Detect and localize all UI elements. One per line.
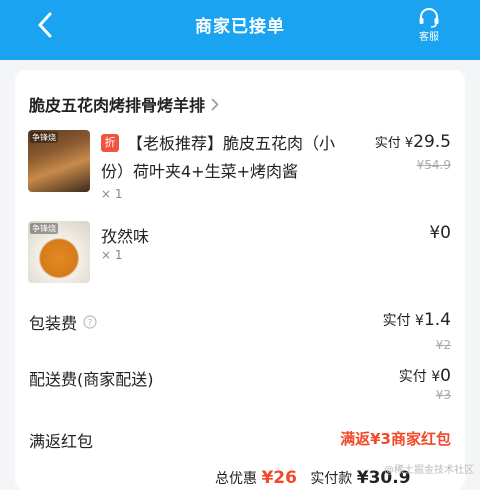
item-image[interactable]: 争锋烧 [28, 130, 90, 192]
delivery-fee-original: ¥3 [435, 388, 451, 402]
actual-label: 实付 [374, 136, 401, 151]
delivery-fee-actual: 实付 ¥0 [399, 366, 451, 386]
shop-link[interactable]: 脆皮五花肉烤排骨烤羊排 [29, 92, 219, 116]
currency: ¥ [415, 313, 424, 329]
actual-value: 29.5 [413, 132, 451, 152]
customer-service-button[interactable]: 客服 [412, 8, 446, 44]
item-original-price: ¥54.9 [416, 158, 451, 172]
order-card: 脆皮五花肉烤排骨烤羊排 争锋烧 折 【老板推荐】脆皮五花肉（小份）荷叶夹4+生菜… [15, 70, 465, 490]
item-name: 【老板推荐】脆皮五花肉（小份）荷叶夹4+生菜+烤肉酱 [101, 134, 336, 181]
item-price: ¥0 [429, 223, 451, 243]
actual-label: 实付 [382, 313, 411, 329]
image-tag: 争锋烧 [30, 132, 58, 143]
currency: ¥ [404, 136, 414, 151]
actual-value: 0 [440, 366, 451, 386]
watermark: @稀土掘金技术社区 [384, 465, 474, 476]
top-bar: 商家已接单 客服 [0, 0, 480, 60]
order-summary: 总优惠 ¥26 实付款 ¥30.9 [215, 468, 411, 488]
delivery-fee-label: 配送费(商家配送) [29, 370, 154, 389]
item-actual-price: 实付 ¥29.5 [375, 132, 451, 152]
item-quantity: × 1 [101, 248, 123, 262]
paid-label: 实付款 [310, 471, 353, 487]
discount-label: 总优惠 [215, 471, 257, 487]
headset-icon [419, 8, 439, 28]
actual-label: 实付 [398, 369, 427, 385]
packaging-fee-label: 包装费 [29, 314, 78, 333]
help-icon[interactable]: ? [83, 315, 97, 329]
packaging-fee-actual: 实付 ¥1.4 [383, 310, 451, 330]
svg-text:?: ? [88, 319, 93, 329]
page-title: 商家已接单 [195, 17, 285, 37]
item-quantity: × 1 [101, 187, 123, 201]
item-name: 孜然味 [101, 227, 150, 246]
red-packet-label: 满返红包 [29, 432, 94, 451]
currency: ¥ [431, 369, 441, 385]
packaging-fee-row: 包装费 ? [29, 310, 97, 334]
shop-name: 脆皮五花肉烤排骨烤羊排 [29, 96, 206, 115]
actual-value: 1.4 [423, 310, 451, 330]
customer-service-label: 客服 [419, 32, 439, 43]
discount-value: ¥26 [261, 468, 297, 488]
image-tag: 争锋烧 [30, 223, 58, 234]
red-packet-value: 满返¥3商家红包 [340, 430, 451, 448]
chevron-right-icon [211, 97, 219, 111]
item-image[interactable]: 争锋烧 [28, 221, 90, 283]
packaging-fee-original: ¥2 [435, 338, 451, 352]
